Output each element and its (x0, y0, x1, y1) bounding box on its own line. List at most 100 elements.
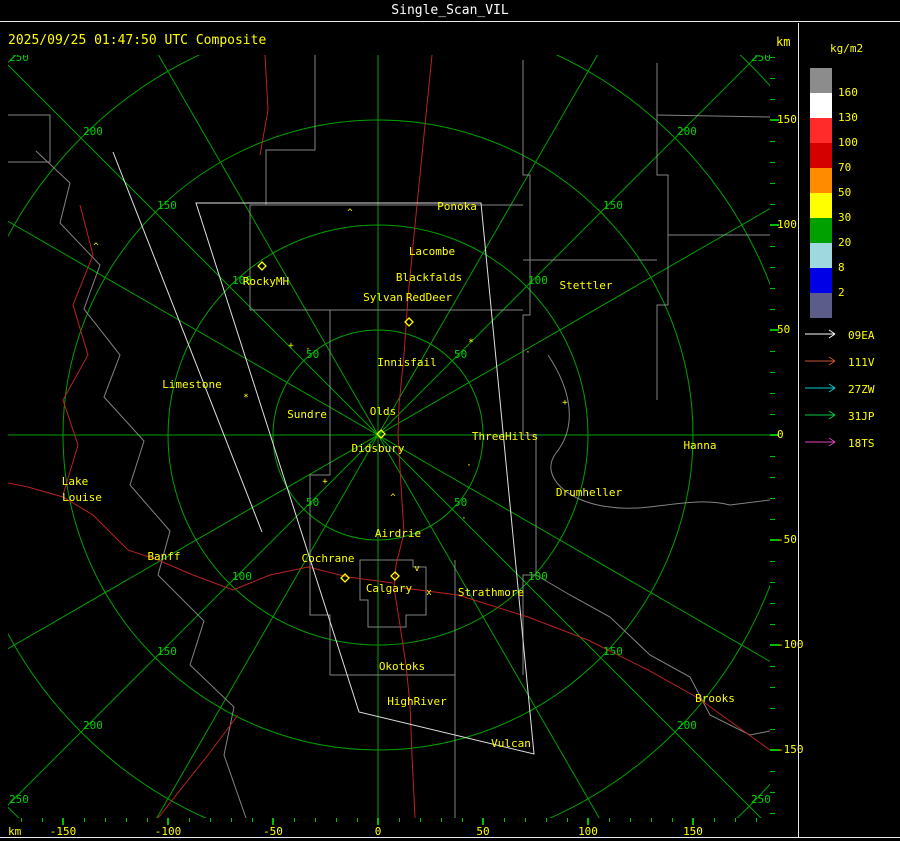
bottom-axis-minor-tick (210, 818, 211, 822)
bottom-axis-minor-tick (147, 818, 148, 822)
site-label: 18TS (848, 437, 875, 450)
city-label: Stettler (560, 279, 613, 292)
site-arrow-icon (805, 329, 836, 339)
legend-scale-label: 20 (838, 236, 852, 249)
legend-scale-label: 8 (838, 261, 845, 274)
minor-marker: · (525, 348, 530, 358)
city-label: Lacombe (409, 245, 455, 258)
right-axis-minor-tick (770, 519, 775, 520)
bottom-axis-minor-tick (420, 818, 421, 822)
legend-color-box (810, 293, 832, 318)
site-label: 31JP (848, 410, 875, 423)
range-ring-label: 150 (157, 645, 177, 658)
scan-sector-edge (112, 151, 263, 533)
bottom-axis-major-tick (587, 818, 589, 825)
right-axis-tick-label: 100 (777, 218, 797, 231)
right-axis-minor-tick (770, 498, 775, 499)
city-label: Cochrane (302, 552, 355, 565)
city-label: Innisfail (377, 356, 437, 369)
legend-sites: 09EA 111V 27ZW 31JP 18TS (800, 324, 900, 474)
legend-scale-label: 30 (838, 211, 852, 224)
bottom-axis-minor-tick (357, 818, 358, 822)
site-arrow-icon (805, 356, 836, 366)
range-ring-label: 50 (454, 348, 467, 361)
county-boundary (535, 574, 770, 736)
right-axis-minor-tick (770, 624, 775, 625)
legend-color-box (810, 93, 832, 118)
bottom-axis-minor-tick (294, 818, 295, 822)
right-axis-minor-tick (770, 162, 775, 163)
county-boundary (8, 114, 51, 163)
right-axis-minor-tick (770, 372, 775, 373)
right-axis-minor-tick (770, 99, 775, 100)
bottom-axis-major-tick (692, 818, 694, 825)
bottom-axis-minor-tick (672, 818, 673, 822)
right-axis-tick-label: 50 (777, 323, 791, 336)
right-axis-tick-label: 0 (777, 428, 784, 441)
city-label: HighRiver (387, 695, 447, 708)
minor-marker: ^ (93, 242, 99, 252)
county-boundary (656, 63, 669, 400)
bottom-axis-minor-tick (399, 818, 400, 822)
range-ring-label: 250 (9, 55, 29, 64)
bottom-axis-minor-tick (756, 818, 757, 822)
minor-marker: + (288, 341, 294, 351)
range-ring-label: 100 (528, 274, 548, 287)
bottom-axis-minor-tick (441, 818, 442, 822)
right-axis-minor-tick (770, 792, 775, 793)
right-axis-minor-tick (770, 141, 775, 142)
right-axis-minor-tick (770, 666, 775, 667)
range-ring-label: 200 (677, 125, 697, 138)
right-axis-minor-tick (770, 477, 775, 478)
range-ring-label: 100 (528, 570, 548, 583)
legend-color-box (810, 143, 832, 168)
range-ring-label: 150 (603, 199, 623, 212)
range-ring-label: 250 (751, 55, 770, 64)
range-ring-label: 250 (9, 793, 29, 806)
right-axis-minor-tick (770, 456, 775, 457)
bottom-axis-major-tick (167, 818, 169, 825)
site-row-31JP: 31JP (802, 405, 898, 432)
legend-unit-label: kg/m2 (830, 42, 864, 55)
panel-divider-line (798, 23, 799, 837)
right-axis-minor-tick (770, 204, 775, 205)
bottom-axis-minor-tick (336, 818, 337, 822)
minor-marker: + (562, 398, 568, 408)
window-title: Single_Scan_VIL (391, 3, 509, 18)
bottom-axis-minor-tick (567, 818, 568, 822)
city-label: RedDeer (406, 291, 453, 304)
bottom-axis-minor-tick (84, 818, 85, 822)
city-label: Hanna (683, 439, 716, 452)
site-arrow-icon (805, 410, 836, 420)
right-axis-minor-tick (770, 183, 775, 184)
minor-marker: · (305, 345, 310, 355)
legend-scale-label: 2 (838, 286, 845, 299)
site-label: 111V (848, 356, 875, 369)
city-label: Brooks (695, 692, 735, 705)
bottom-axis-minor-tick (42, 818, 43, 822)
titlebar: Single_Scan_VIL (0, 0, 900, 22)
range-ring-label: 200 (83, 125, 103, 138)
highway-line (157, 714, 239, 818)
city-label: Limestone (162, 378, 222, 391)
right-axis-minor-tick (770, 603, 775, 604)
right-axis: 150 100 50 0 -50 -100 -150 (770, 55, 804, 818)
site-row-27ZW: 27ZW (802, 378, 898, 405)
bottom-axis-minor-tick (189, 818, 190, 822)
site-row-111V: 111V (802, 351, 898, 378)
city-label: RockyMH (243, 275, 289, 288)
right-axis-minor-tick (770, 561, 775, 562)
right-axis-minor-tick (770, 729, 775, 730)
right-axis-minor-tick (770, 771, 775, 772)
bottom-axis: km -150 -100 -50 0 50 100 150 (0, 818, 900, 838)
legend-color-box (810, 218, 832, 243)
minor-marker: · (466, 461, 471, 471)
right-axis-minor-tick (770, 246, 775, 247)
radar-map[interactable]: 50 50 50 50 100 100 100 100 150 150 150 150 200 200 20… (8, 55, 770, 818)
highway-line (62, 204, 94, 496)
city-marker-diamond (257, 261, 267, 271)
city-label: Louise (62, 491, 102, 504)
legend-color-box (810, 268, 832, 293)
right-axis-tick-label: -50 (777, 533, 797, 546)
right-axis-unit-label: km (776, 35, 791, 49)
